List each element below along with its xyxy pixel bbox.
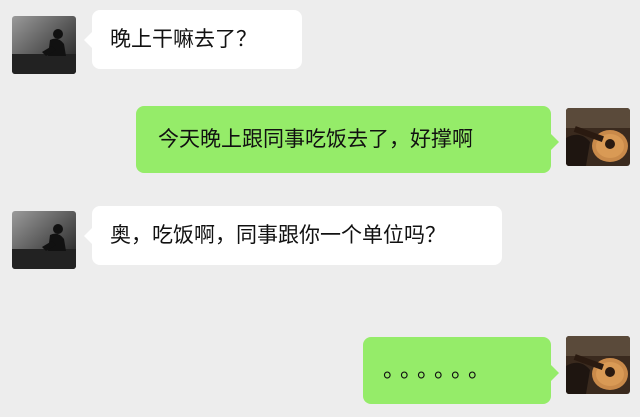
incoming-message-bubble[interactable]: 晚上干嘛去了？ bbox=[84, 10, 302, 69]
incoming-message-bubble[interactable]: 奥，吃饭啊，同事跟你一个单位吗？ bbox=[84, 206, 502, 265]
silhouette-avatar-icon bbox=[12, 16, 76, 74]
chat-window: 晚上干嘛去了？ 今天晚上跟同事吃饭去了，好撑啊 奥，吃饭啊，同事跟你一个单位吗？… bbox=[0, 0, 640, 417]
message-text: 晚上干嘛去了？ bbox=[110, 27, 257, 51]
outgoing-message-bubble[interactable]: 今天晚上跟同事吃饭去了，好撑啊 bbox=[136, 106, 559, 173]
user-avatar-guitar[interactable] bbox=[566, 336, 630, 394]
silhouette-avatar-icon bbox=[12, 211, 76, 269]
bubble-tail bbox=[84, 32, 92, 48]
contact-avatar-silhouette[interactable] bbox=[12, 211, 76, 269]
user-avatar-guitar[interactable] bbox=[566, 108, 630, 166]
message-text: 今天晚上跟同事吃饭去了，好撑啊 bbox=[158, 127, 473, 151]
guitar-avatar-icon bbox=[566, 108, 630, 166]
contact-avatar-silhouette[interactable] bbox=[12, 16, 76, 74]
bubble-tail bbox=[551, 365, 559, 381]
message-text: 奥，吃饭啊，同事跟你一个单位吗？ bbox=[110, 223, 446, 247]
bubble-tail bbox=[84, 228, 92, 244]
message-text: 。。。。。。 bbox=[383, 358, 497, 383]
outgoing-message-bubble[interactable]: 。。。。。。 bbox=[363, 337, 559, 404]
bubble-tail bbox=[551, 134, 559, 150]
guitar-avatar-icon bbox=[566, 336, 630, 394]
